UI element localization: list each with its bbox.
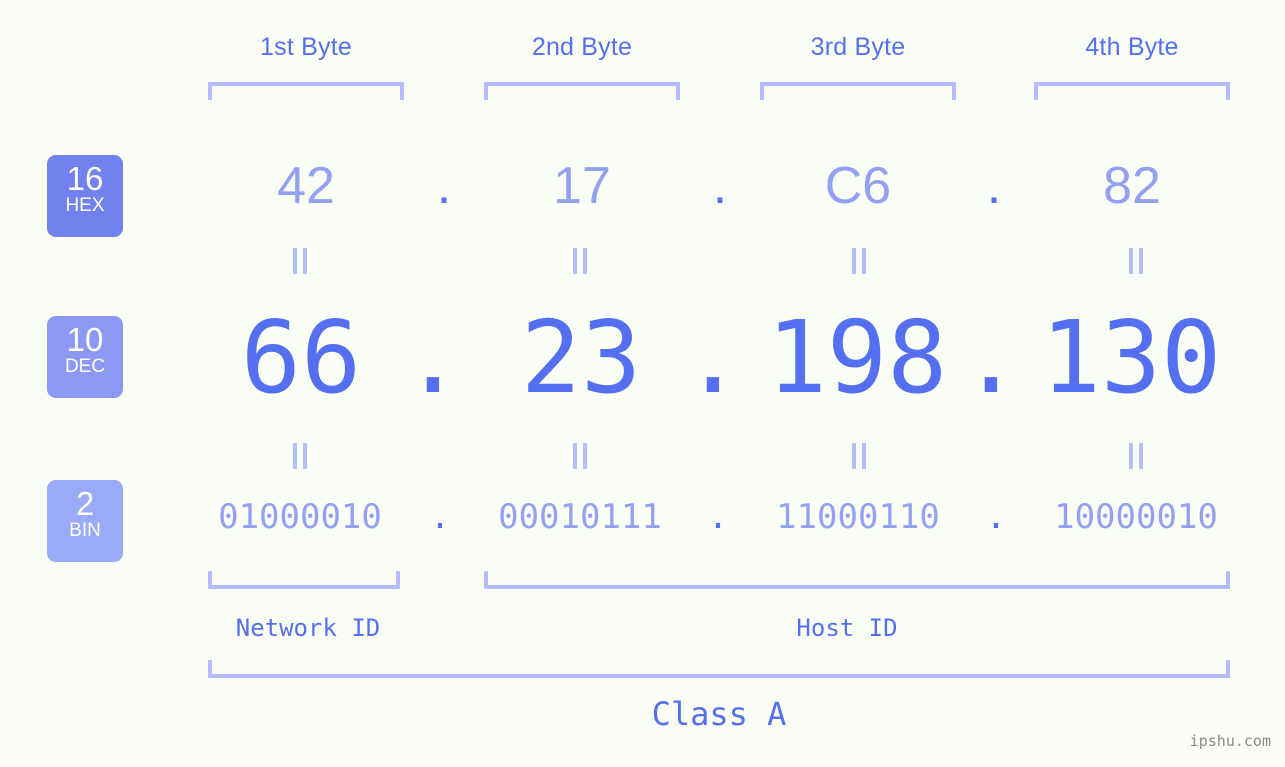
hex-value-3: C6: [824, 157, 892, 215]
equals-icon-dec-bin-2: [569, 443, 591, 469]
base-badge-hex-number: 16: [66, 160, 104, 197]
byte-header-label-3: 3rd Byte: [760, 33, 956, 62]
base-badge-dec: 10 DEC: [47, 316, 123, 398]
byte-header-text-3: 3rd Byte: [810, 33, 906, 61]
base-badge-bin: 2 BIN: [47, 480, 123, 562]
dec-value-4: 130: [1040, 299, 1222, 416]
byte-header-text-1: 1st Byte: [260, 33, 352, 61]
class-bracket: [208, 660, 1230, 678]
base-badge-bin-number: 2: [75, 485, 95, 522]
equals-icon-hex-dec-1: [289, 248, 311, 274]
base-badge-hex-name: HEX: [65, 195, 105, 216]
byte-bracket-1: [208, 82, 404, 100]
hex-value-1: 42: [277, 157, 335, 215]
dec-separator-2: .: [682, 299, 744, 416]
byte-header-label-1: 1st Byte: [208, 33, 404, 62]
network-id-bracket: [208, 571, 400, 589]
network-id-label: Network ID: [235, 614, 381, 642]
equals-icon-dec-bin-3: [848, 443, 870, 469]
byte-header-label-2: 2nd Byte: [484, 33, 680, 62]
base-badge-dec-number: 10: [66, 321, 104, 358]
hex-value-4: 82: [1103, 157, 1161, 215]
dec-separator-1: .: [402, 299, 464, 416]
dec-value-1: 66: [240, 299, 362, 416]
hex-separator-1: .: [436, 157, 452, 215]
hex-separator-2: .: [712, 157, 728, 215]
site-watermark: ipshu.com: [1189, 732, 1271, 750]
bin-value-1: 01000010: [218, 497, 382, 537]
byte-header-text-4: 4th Byte: [1085, 33, 1179, 61]
base-badge-hex: 16 HEX: [47, 155, 123, 237]
bin-value-2: 00010111: [498, 497, 662, 537]
bin-separator-2: .: [707, 497, 729, 537]
byte-bracket-3: [760, 82, 956, 100]
bin-value-4: 10000010: [1054, 497, 1218, 537]
bin-separator-1: .: [429, 497, 451, 537]
equals-icon-hex-dec-4: [1125, 248, 1147, 274]
equals-icon-hex-dec-2: [569, 248, 591, 274]
byte-bracket-2: [484, 82, 680, 100]
byte-bracket-4: [1034, 82, 1230, 100]
base-badge-bin-name: BIN: [69, 520, 101, 541]
host-id-label: Host ID: [796, 614, 898, 642]
bin-value-3: 11000110: [776, 497, 940, 537]
byte-header-label-4: 4th Byte: [1034, 33, 1230, 62]
equals-icon-dec-bin-1: [289, 443, 311, 469]
dec-value-3: 198: [766, 299, 948, 416]
equals-icon-hex-dec-3: [848, 248, 870, 274]
base-badge-dec-name: DEC: [64, 356, 106, 377]
hex-separator-3: .: [986, 157, 1002, 215]
byte-header-text-2: 2nd Byte: [531, 33, 633, 61]
dec-separator-3: .: [960, 299, 1022, 416]
class-label: Class A: [651, 695, 787, 733]
bin-separator-3: .: [985, 497, 1007, 537]
host-id-bracket: [484, 571, 1230, 589]
equals-icon-dec-bin-4: [1125, 443, 1147, 469]
dec-value-2: 23: [520, 299, 642, 416]
hex-value-2: 17: [553, 157, 611, 215]
